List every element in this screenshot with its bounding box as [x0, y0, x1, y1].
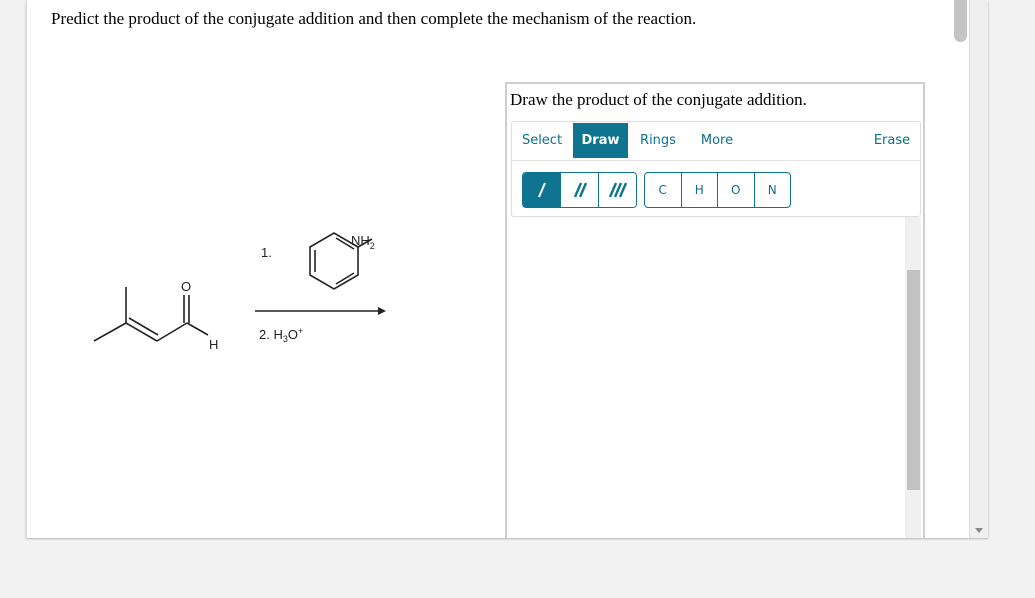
atom-o-button[interactable]: O	[718, 173, 755, 207]
scroll-down-arrow-icon[interactable]	[975, 528, 983, 533]
step2-superscript: +	[298, 326, 303, 336]
hydrogen-label: H	[209, 337, 218, 352]
bond	[156, 322, 188, 342]
double-bond-icon	[573, 182, 587, 198]
amine-label: NH2	[351, 233, 375, 251]
tab-more[interactable]: More	[692, 123, 742, 158]
single-bond-icon	[537, 182, 546, 198]
erase-button[interactable]: Erase	[867, 123, 917, 158]
reaction-scheme: O H 1. NH2 2. H3O+	[93, 232, 386, 352]
atom-h-button[interactable]: H	[682, 173, 718, 207]
tab-rings[interactable]: Rings	[632, 123, 684, 158]
page-scrollbar-thumb[interactable]	[954, 0, 967, 42]
canvas-scrollbar-thumb[interactable]	[907, 270, 920, 490]
reactant-structure	[93, 287, 209, 342]
triple-bond-icon	[608, 182, 627, 198]
double-bond-button[interactable]	[561, 173, 599, 207]
oxygen-label: O	[181, 279, 191, 294]
amine-text: NH	[351, 233, 370, 248]
single-bond-button[interactable]	[523, 173, 561, 207]
question-prompt: Predict the product of the conjugate add…	[51, 9, 697, 28]
outer-scrollbar-track[interactable]	[969, 0, 988, 538]
atom-tool-group: C H O N	[644, 172, 791, 208]
amine-subscript: 2	[370, 241, 375, 251]
triple-bond-button[interactable]	[599, 173, 636, 207]
atom-n-button[interactable]: N	[755, 173, 791, 207]
toolbar-tab-row: Select Draw Rings More Erase	[512, 122, 920, 161]
tab-select[interactable]: Select	[512, 123, 572, 158]
atom-c-button[interactable]: C	[645, 173, 682, 207]
drawing-toolbar: Select Draw Rings More Erase C H O N	[511, 121, 921, 217]
step2-oxygen: O	[288, 327, 298, 342]
arrow-head-icon	[378, 307, 386, 315]
bond-tool-group	[522, 172, 637, 208]
bond	[93, 322, 127, 342]
step2-text: 2. H	[259, 327, 283, 342]
bond	[186, 322, 209, 336]
tab-draw[interactable]: Draw	[573, 123, 628, 158]
step1-label: 1.	[261, 245, 272, 260]
step2-label: 2. H3O+	[259, 326, 303, 344]
drawing-panel-title: Draw the product of the conjugate additi…	[510, 90, 807, 109]
